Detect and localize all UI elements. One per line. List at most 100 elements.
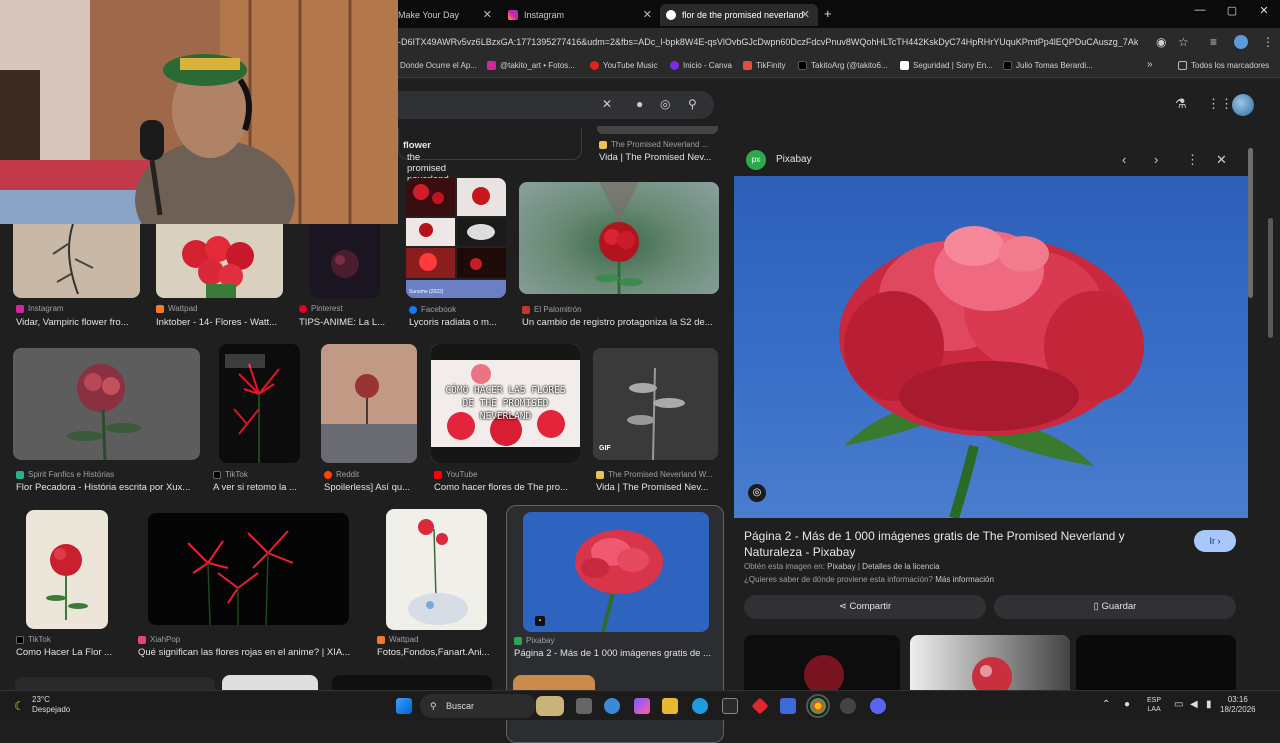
network-icon[interactable]: ▭ [1174, 699, 1183, 710]
visit-button[interactable]: Ir › [1194, 530, 1236, 552]
labs-icon[interactable]: ⚗ [1175, 96, 1187, 112]
result-caption[interactable]: Lycoris radiata o m... [409, 317, 505, 328]
result-title[interactable]: Página 2 - Más de 1 000 imágenes gratis … [744, 528, 1174, 560]
bookmark-item[interactable]: Donde Ocurre el Ap... [400, 61, 477, 70]
previous-icon[interactable]: ‹ [1122, 152, 1126, 167]
result-caption[interactable]: TIPS-ANIME: La L... [299, 317, 389, 328]
search-box[interactable]: ✕ ● ◎ ⚲ [398, 91, 714, 119]
copilot-icon[interactable] [634, 698, 650, 714]
widget-image-icon[interactable] [536, 696, 564, 716]
result-caption[interactable]: Como hacer flores de The pro... [434, 482, 574, 493]
save-button[interactable]: ▯ Guardar [994, 595, 1236, 619]
url-field[interactable]: -D6ITX49AWRv5vz6LBzxGA:1771395277416&udm… [398, 37, 1138, 47]
lens-search-icon[interactable]: ▪ [535, 616, 545, 626]
result-caption[interactable]: Como Hacer La Flor ... [16, 647, 120, 658]
preview-image[interactable]: ◎ [734, 176, 1248, 518]
maximize-icon[interactable]: ▢ [1216, 4, 1248, 17]
license-link[interactable]: Detalles de la licencia [862, 562, 939, 571]
close-icon[interactable]: ✕ [483, 8, 492, 21]
mail-icon[interactable] [780, 698, 796, 714]
minimize-icon[interactable]: — [1184, 4, 1216, 17]
result-caption[interactable]: Vida | The Promised Nev... [596, 482, 716, 493]
clock[interactable]: 03:16 18/2/2026 [1220, 695, 1256, 715]
result-caption[interactable]: Flor Pecadora - História escrita por Xux… [16, 482, 204, 493]
result-image[interactable] [597, 126, 718, 134]
language-indicator[interactable]: ESP LAA [1147, 696, 1161, 714]
result-image[interactable] [332, 675, 492, 690]
result-image[interactable] [26, 510, 108, 629]
result-caption[interactable]: Vidar, Vampiric flower fro... [16, 317, 142, 328]
star-icon[interactable]: ☆ [1178, 35, 1189, 49]
store-icon[interactable] [722, 698, 738, 714]
apps-grid-icon[interactable]: ⋮⋮ [1207, 96, 1233, 112]
steam-icon[interactable] [840, 698, 856, 714]
result-caption[interactable]: Vida | The Promised Nev... [599, 152, 719, 163]
result-image[interactable] [310, 224, 380, 298]
bookmark-item[interactable]: Seguridad | Sony En... [900, 61, 993, 70]
volume-icon[interactable]: ◀ [1190, 699, 1198, 710]
discord-icon[interactable] [870, 698, 886, 714]
microphone-icon[interactable]: ● [1124, 699, 1130, 710]
page-scrollbar[interactable] [1268, 218, 1273, 338]
more-options-icon[interactable]: ⋮ [1186, 152, 1199, 168]
edge-icon[interactable] [692, 698, 708, 714]
share-button[interactable]: ⋖ Compartir [744, 595, 986, 619]
result-caption[interactable]: Inktober - 14- Flores - Watt... [156, 317, 282, 328]
result-image[interactable]: GIF [593, 348, 718, 460]
tab-make-your-day[interactable]: Make Your Day ✕ [398, 4, 498, 26]
result-image[interactable] [219, 344, 300, 463]
menu-icon[interactable]: ⋮ [1262, 35, 1274, 49]
lens-icon[interactable]: ◎ [660, 97, 670, 111]
chevron-up-icon[interactable]: ⌃ [1102, 699, 1110, 710]
result-image[interactable]: Sunume (2022) [406, 178, 506, 298]
chrome-icon[interactable] [806, 694, 830, 718]
profile-icon[interactable] [1234, 35, 1248, 49]
lens-icon[interactable]: ◎ [748, 484, 766, 502]
bookmark-item[interactable]: Inicio - Canva [670, 61, 732, 70]
result-image[interactable] [222, 675, 318, 690]
result-caption[interactable]: Página 2 - Más de 1 000 imágenes gratis … [514, 648, 718, 659]
related-image[interactable] [1076, 635, 1236, 690]
tab-instagram[interactable]: Instagram ✕ [502, 4, 658, 26]
app-red-icon[interactable] [751, 697, 769, 715]
next-icon[interactable]: › [1154, 152, 1158, 167]
source-link[interactable]: Pixabay [827, 562, 855, 571]
close-icon[interactable]: ✕ [801, 8, 810, 21]
bookmark-item[interactable]: @takito_art • Fotos... [487, 61, 575, 70]
result-image[interactable]: CÓMO HACER LAS FLORES DE THE PROMISED NE… [431, 344, 580, 463]
result-image[interactable] [513, 675, 595, 690]
result-image[interactable] [156, 224, 283, 298]
avatar[interactable] [1232, 94, 1254, 116]
result-image[interactable] [13, 348, 200, 460]
bookmark-item[interactable]: Julio Tomas Berardi... [1003, 61, 1093, 70]
result-image[interactable] [15, 677, 215, 690]
result-caption[interactable]: Fotos,Fondos,Fanart.Ani... [377, 647, 493, 658]
bookmark-item[interactable]: YouTube Music [590, 61, 658, 70]
more-info-link[interactable]: Más información [935, 575, 994, 584]
result-image[interactable] [13, 224, 140, 298]
related-image[interactable] [910, 635, 1070, 690]
panel-source-name[interactable]: Pixabay [776, 154, 812, 165]
start-icon[interactable] [396, 698, 412, 714]
result-caption[interactable]: Spoilerless] Así qu... [324, 482, 416, 493]
eye-off-icon[interactable]: ◉ [1156, 35, 1166, 49]
result-caption[interactable]: Qué significan las flores rojas en el an… [138, 647, 358, 658]
bookmark-item[interactable]: TikFinity [743, 61, 785, 70]
battery-icon[interactable]: ▮ [1206, 699, 1212, 710]
file-explorer-icon[interactable] [662, 698, 678, 714]
more-bookmarks-icon[interactable]: » [1147, 59, 1153, 70]
close-icon[interactable]: ✕ [643, 8, 652, 21]
result-image[interactable] [386, 509, 487, 630]
bookmark-item[interactable]: TakitoArg (@takito6... [798, 61, 888, 70]
search-icon[interactable]: ⚲ [688, 97, 697, 111]
all-bookmarks-folder[interactable]: Todos los marcadores [1178, 61, 1269, 70]
result-caption[interactable]: Un cambio de registro protagoniza la S2 … [522, 317, 718, 328]
scroll-thumb[interactable] [1248, 148, 1253, 298]
related-search-chip[interactable]: the promised neverland flower [398, 128, 582, 185]
taskbar-search[interactable]: ⚲ Buscar [420, 694, 536, 718]
tab-flor-promised-neverland[interactable]: flor de the promised neverland ✕ [660, 4, 818, 26]
result-image[interactable] [148, 513, 349, 625]
result-image[interactable] [519, 182, 719, 294]
result-caption[interactable]: A ver si retomo la ... [213, 482, 305, 493]
weather-widget[interactable]: 23°C Despejado [32, 695, 70, 715]
